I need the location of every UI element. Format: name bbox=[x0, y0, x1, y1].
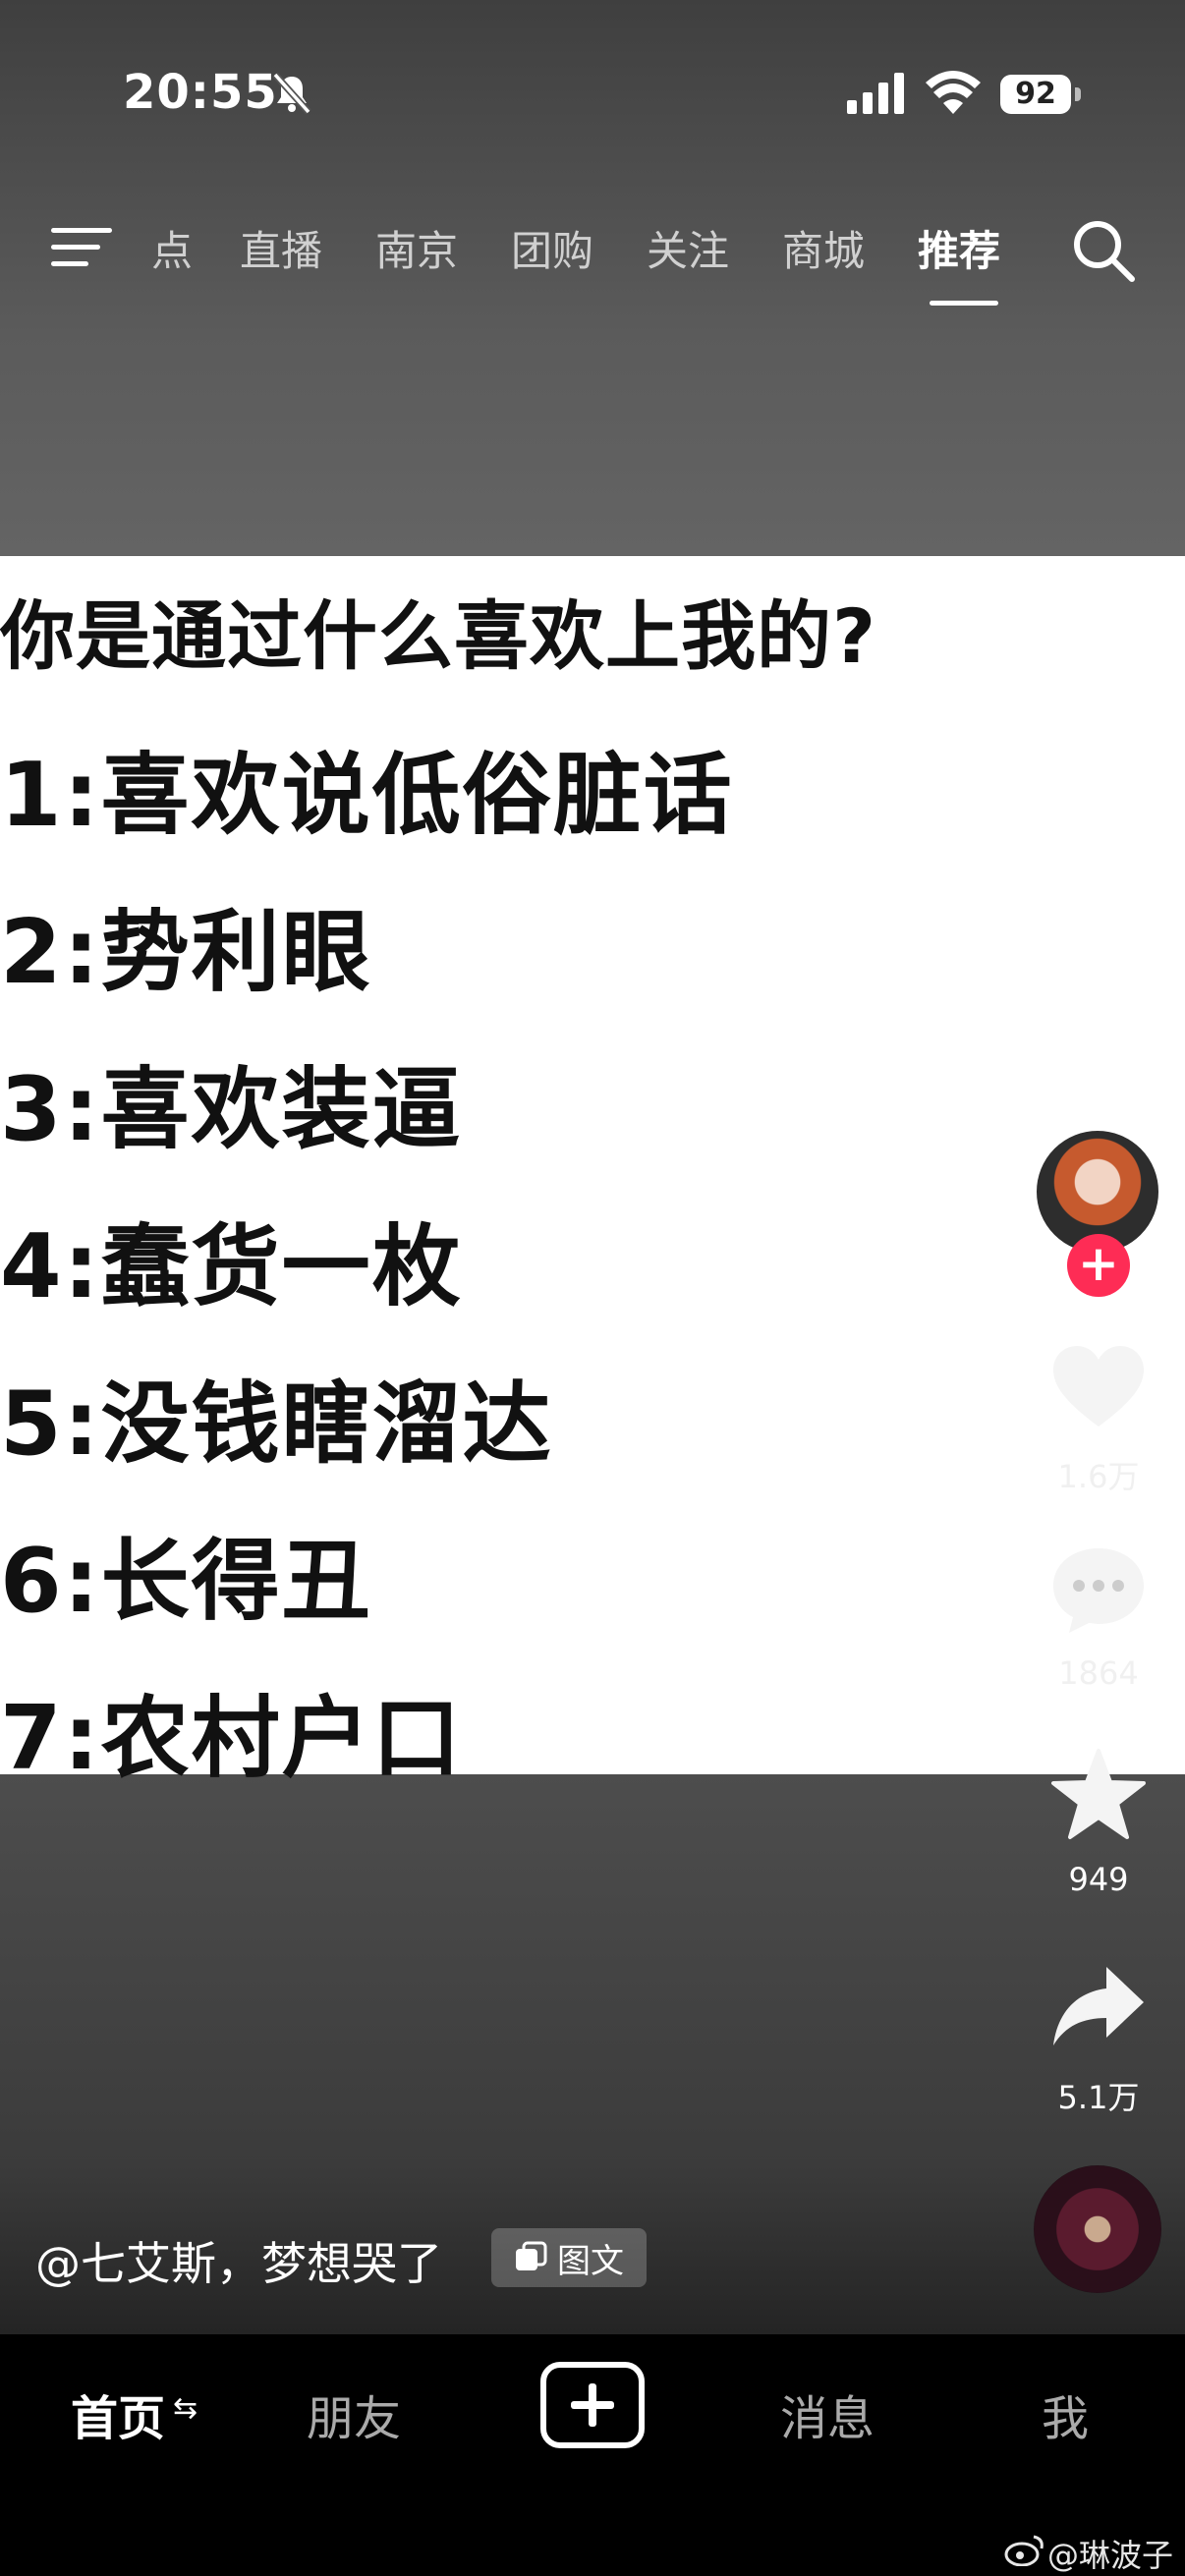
tab-recommend[interactable]: 推荐 bbox=[918, 218, 1000, 278]
image-text-tag-label: 图文 bbox=[557, 2241, 624, 2281]
wifi-icon bbox=[926, 71, 981, 114]
post-title: 你是通过什么喜欢上我的? bbox=[0, 592, 877, 680]
nav-me[interactable]: 我 bbox=[1042, 2380, 1089, 2448]
post-line-6: 6:长得丑 bbox=[0, 1530, 372, 1633]
status-bar: 20:55 92 bbox=[0, 0, 1185, 196]
like-count: 1.6万 bbox=[1057, 1458, 1140, 1495]
share-icon[interactable] bbox=[1049, 1959, 1148, 2057]
swap-arrows-icon[interactable]: ⇆ bbox=[173, 2391, 198, 2426]
post-caption[interactable]: @七艾斯，梦想哭了 bbox=[35, 2228, 442, 2293]
watermark: @琳波子 bbox=[1047, 2537, 1174, 2574]
battery-indicator: 92 bbox=[1000, 75, 1071, 114]
silent-bell-icon bbox=[272, 72, 311, 115]
nav-messages[interactable]: 消息 bbox=[780, 2380, 875, 2448]
tab-live[interactable]: 直播 bbox=[240, 218, 322, 278]
create-button[interactable] bbox=[540, 2362, 645, 2448]
tab-mall[interactable]: 商城 bbox=[782, 218, 865, 278]
post-line-1: 1:喜欢说低俗脏话 bbox=[0, 744, 734, 847]
nav-home[interactable]: 首页 bbox=[71, 2380, 165, 2448]
status-time: 20:55 bbox=[123, 65, 278, 120]
search-icon[interactable] bbox=[1071, 218, 1136, 283]
menu-icon[interactable] bbox=[51, 224, 112, 271]
music-disc[interactable] bbox=[1034, 2165, 1161, 2293]
tab-nearby[interactable]: 点 bbox=[151, 218, 193, 278]
post-line-7: 7:农村户口 bbox=[0, 1687, 463, 1790]
post-line-2: 2:势利眼 bbox=[0, 901, 372, 1004]
post-line-5: 5:没钱瞎溜达 bbox=[0, 1372, 553, 1476]
post-line-4: 4:蠢货一枚 bbox=[0, 1215, 463, 1318]
follow-plus-button[interactable]: + bbox=[1067, 1234, 1130, 1297]
share-count: 5.1万 bbox=[1057, 2079, 1140, 2116]
image-stack-icon bbox=[516, 2241, 547, 2270]
cellular-signal-icon bbox=[847, 73, 904, 114]
tab-nanjing[interactable]: 南京 bbox=[375, 218, 458, 278]
active-tab-indicator bbox=[930, 301, 998, 306]
comment-count: 1864 bbox=[1058, 1654, 1139, 1692]
post-line-3: 3:喜欢装逼 bbox=[0, 1058, 463, 1161]
favorite-count: 949 bbox=[1068, 1861, 1129, 1898]
nav-friends[interactable]: 朋友 bbox=[307, 2380, 401, 2448]
tab-group-buy[interactable]: 团购 bbox=[511, 218, 593, 278]
battery-cap bbox=[1075, 87, 1081, 101]
star-icon[interactable] bbox=[1049, 1747, 1148, 1845]
heart-icon[interactable] bbox=[1049, 1340, 1148, 1438]
weibo-logo-icon bbox=[1004, 2535, 1044, 2566]
comment-icon[interactable] bbox=[1049, 1540, 1148, 1639]
tab-following[interactable]: 关注 bbox=[647, 218, 729, 278]
plus-icon bbox=[571, 2383, 614, 2427]
post-image[interactable]: 你是通过什么喜欢上我的? 1:喜欢说低俗脏话 2:势利眼 3:喜欢装逼 4:蠢货… bbox=[0, 556, 1185, 1790]
image-text-tag[interactable]: 图文 bbox=[491, 2228, 647, 2287]
